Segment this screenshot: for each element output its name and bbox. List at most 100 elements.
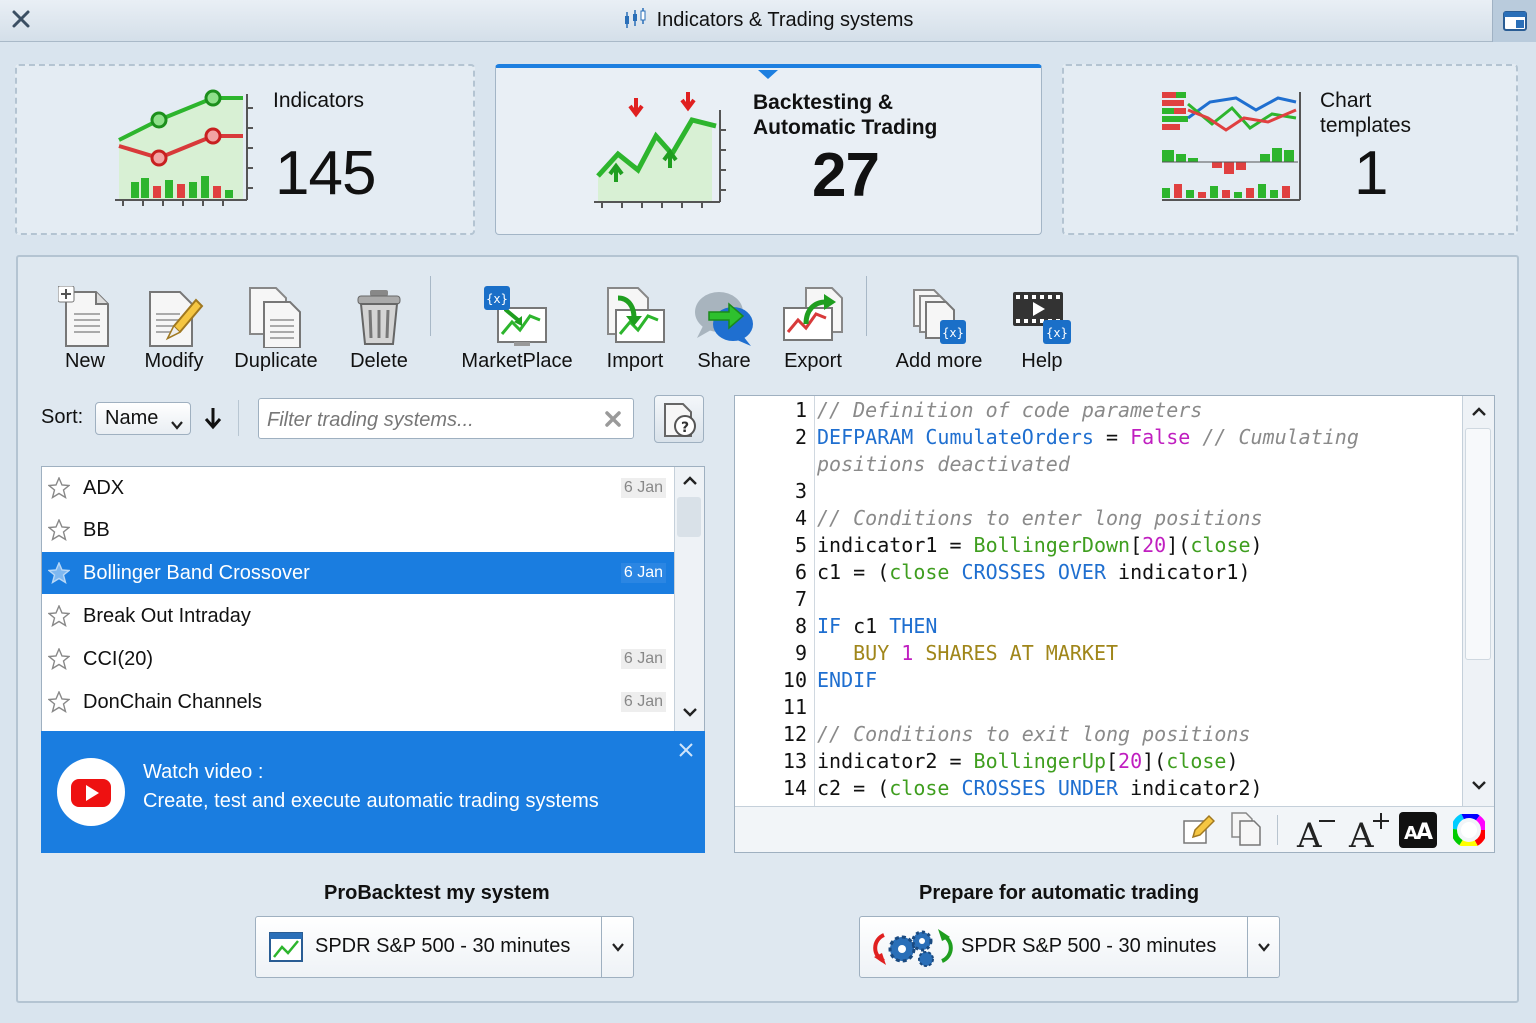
copy-icon[interactable] bbox=[1229, 811, 1263, 852]
code-line: ENDIF bbox=[817, 668, 878, 692]
autotrade-instrument: SPDR S&P 500 - 30 minutes bbox=[961, 935, 1217, 957]
scroll-down-icon[interactable] bbox=[1470, 777, 1488, 798]
video-subtitle: Create, test and execute automatic tradi… bbox=[143, 790, 599, 812]
list-item[interactable]: BB bbox=[42, 509, 674, 551]
sort-select[interactable]: Name bbox=[95, 402, 191, 435]
star-icon[interactable] bbox=[47, 561, 71, 589]
list-scrollbar[interactable] bbox=[674, 467, 704, 731]
delete-label: Delete bbox=[350, 350, 408, 372]
code-line: c1 = (close CROSSES OVER indicator1) bbox=[817, 560, 1251, 584]
editor-scrollbar[interactable] bbox=[1462, 396, 1494, 806]
list-item[interactable]: ADX 6 Jan bbox=[42, 467, 674, 509]
list-item-date: 6 Jan bbox=[620, 692, 666, 712]
close-icon[interactable] bbox=[6, 4, 36, 34]
chevron-down-icon bbox=[610, 939, 626, 960]
toolbar-separator bbox=[430, 276, 431, 336]
chart-templates-label-line1: Chart bbox=[1320, 89, 1372, 112]
list-item-name: DonChain Channels bbox=[83, 690, 263, 713]
automatic-gears-icon bbox=[868, 925, 956, 974]
list-item-name: CCI(20) bbox=[83, 647, 154, 670]
line-number: 10 bbox=[782, 668, 807, 692]
backtesting-label-line2: Automatic Trading bbox=[753, 116, 938, 139]
line-number: 14 bbox=[782, 776, 807, 800]
close-banner-icon[interactable] bbox=[677, 741, 695, 764]
list-item[interactable]: Break Out Intraday bbox=[42, 595, 674, 637]
star-icon[interactable] bbox=[47, 604, 71, 632]
editor-scroll-thumb[interactable] bbox=[1465, 428, 1491, 660]
sort-direction-arrow-icon[interactable] bbox=[202, 406, 224, 435]
line-number: 4 bbox=[794, 506, 807, 530]
code-area[interactable]: 1 2 3 4 5 6 7 8 9 10 11 12 13 14 // Definition of cod… bbox=[735, 396, 1463, 806]
filter-input[interactable]: Filter trading systems... bbox=[258, 398, 634, 439]
list-item[interactable]: CCI(20) 6 Jan bbox=[42, 638, 674, 680]
active-tab-marker-icon bbox=[758, 67, 778, 85]
star-icon[interactable] bbox=[47, 690, 71, 718]
list-scroll-thumb[interactable] bbox=[677, 497, 701, 537]
line-number: 11 bbox=[782, 695, 807, 719]
share-icon bbox=[695, 292, 753, 346]
line-number: 2 bbox=[794, 425, 807, 449]
scroll-down-icon[interactable] bbox=[681, 704, 699, 725]
line-number: 8 bbox=[794, 614, 807, 638]
new-label: New bbox=[64, 350, 105, 372]
new-document-icon bbox=[58, 286, 109, 347]
line-number: 7 bbox=[794, 587, 807, 611]
star-icon[interactable] bbox=[47, 476, 71, 504]
backtest-heading: ProBacktest my system bbox=[324, 882, 550, 904]
filter-help-button[interactable]: ? bbox=[654, 395, 704, 443]
list-item-date: 6 Jan bbox=[620, 649, 666, 669]
window-title-text: Indicators & Trading systems bbox=[656, 9, 914, 31]
marketplace-icon: {x} bbox=[484, 286, 547, 346]
duplicate-button[interactable]: Duplicate bbox=[230, 278, 322, 373]
autotrade-dropdown[interactable]: SPDR S&P 500 - 30 minutes bbox=[859, 916, 1280, 978]
backtest-dropdown-arrow[interactable] bbox=[601, 917, 633, 977]
scroll-up-icon[interactable] bbox=[1470, 404, 1488, 425]
svg-text:?: ? bbox=[681, 420, 689, 436]
list-item-selected[interactable]: Bollinger Band Crossover 6 Jan bbox=[42, 552, 674, 594]
line-number: 9 bbox=[794, 641, 807, 665]
code-line: // Conditions to exit long positions bbox=[817, 722, 1251, 746]
font-style-icon[interactable]: AA bbox=[1399, 812, 1437, 848]
backtesting-label-line1: Backtesting & bbox=[753, 91, 894, 114]
color-wheel-icon[interactable] bbox=[1451, 812, 1487, 851]
autotrade-dropdown-arrow[interactable] bbox=[1247, 917, 1279, 977]
decrease-font-icon[interactable]: A bbox=[1295, 811, 1341, 856]
watch-video-banner[interactable]: Watch video : Create, test and execute a… bbox=[41, 731, 705, 853]
code-line: indicator2 = BollingerUp[20](close) bbox=[817, 749, 1239, 773]
window-mode-button[interactable] bbox=[1492, 0, 1536, 42]
marketplace-label: MarketPlace bbox=[461, 350, 573, 372]
clear-filter-icon[interactable] bbox=[603, 409, 623, 434]
star-icon[interactable] bbox=[47, 647, 71, 675]
marketplace-button[interactable]: {x} MarketPlace bbox=[456, 278, 578, 373]
modify-button[interactable]: Modify bbox=[140, 278, 208, 373]
chart-templates-card[interactable]: Chart templates 1 bbox=[1062, 64, 1518, 235]
backtest-dropdown[interactable]: SPDR S&P 500 - 30 minutes bbox=[255, 916, 634, 978]
new-button[interactable]: New bbox=[55, 278, 115, 373]
import-icon bbox=[607, 287, 665, 343]
star-icon[interactable] bbox=[47, 518, 71, 546]
indicators-card[interactable]: Indicators 145 bbox=[15, 64, 475, 235]
trash-icon bbox=[357, 290, 401, 345]
chart-templates-icon bbox=[1160, 88, 1306, 213]
title-bar: Indicators & Trading systems bbox=[0, 0, 1536, 42]
help-button[interactable]: {x} Help bbox=[1010, 278, 1074, 373]
indicators-label: Indicators bbox=[273, 89, 365, 112]
list-item-date: 6 Jan bbox=[620, 563, 666, 583]
add-more-button[interactable]: {x} Add more bbox=[890, 278, 988, 373]
export-button[interactable]: Export bbox=[778, 278, 848, 373]
list-item-name: Break Out Intraday bbox=[83, 604, 251, 627]
code-line: // Conditions to enter long positions bbox=[817, 506, 1263, 530]
edit-pencil-icon[interactable] bbox=[1181, 813, 1216, 852]
import-button[interactable]: Import bbox=[600, 278, 670, 373]
delete-button[interactable]: Delete bbox=[346, 278, 412, 373]
share-button[interactable]: Share bbox=[692, 278, 756, 373]
increase-font-icon[interactable]: A bbox=[1347, 811, 1393, 856]
code-editor[interactable]: 1 2 3 4 5 6 7 8 9 10 11 12 13 14 // Definition of cod… bbox=[734, 395, 1495, 856]
list-item[interactable]: DonChain Channels 6 Jan bbox=[42, 681, 674, 723]
line-number-gutter bbox=[814, 396, 815, 806]
add-more-icon: {x} bbox=[913, 289, 966, 344]
line-number: 1 bbox=[794, 398, 807, 422]
sort-select-value: Name bbox=[105, 407, 159, 429]
backtesting-card[interactable]: Backtesting & Automatic Trading 27 bbox=[495, 64, 1042, 235]
scroll-up-icon[interactable] bbox=[681, 473, 699, 494]
